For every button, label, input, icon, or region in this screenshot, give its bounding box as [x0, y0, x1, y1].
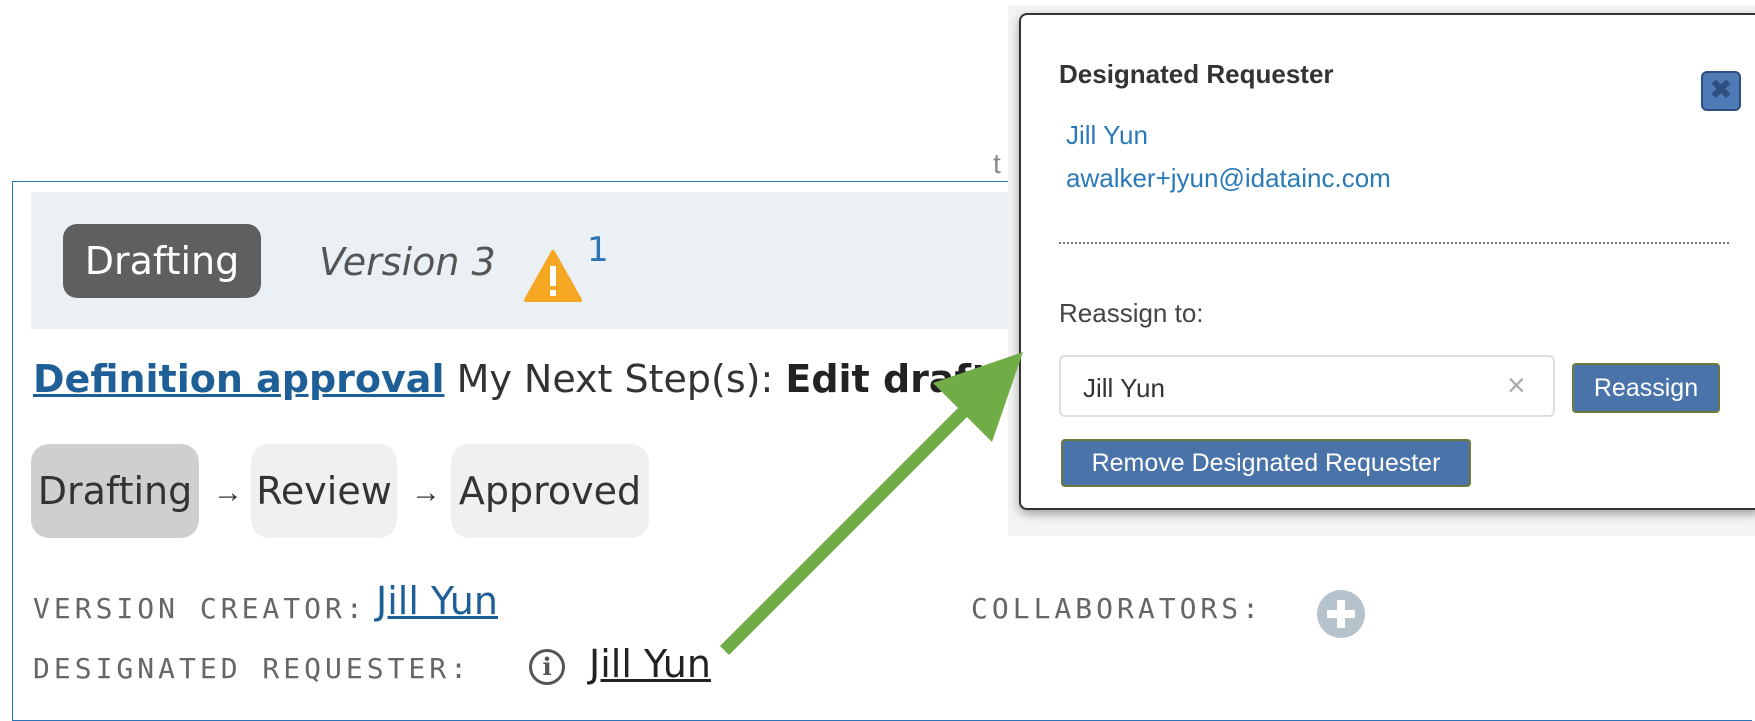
- workflow-arrow: →: [213, 476, 243, 509]
- workflow-stage-approved: Approved: [451, 444, 649, 538]
- definition-approval-link[interactable]: Definition approval: [33, 357, 444, 401]
- popup-title: Designated Requester: [1059, 59, 1334, 89]
- version-creator-link[interactable]: Jill Yun: [376, 579, 498, 623]
- reassign-label: Reassign to:: [1059, 298, 1204, 328]
- version-label: Version 3: [319, 240, 496, 284]
- obscured-text: t: [993, 148, 1001, 179]
- pointer-arrow: [720, 352, 1023, 655]
- workflow-stage-review: Review: [251, 444, 397, 538]
- version-creator-label: VERSION CREATOR:: [33, 592, 367, 625]
- designated-requester-link[interactable]: Jill Yun: [589, 642, 711, 686]
- remove-designated-requester-button[interactable]: Remove Designated Requester: [1061, 439, 1471, 487]
- close-icon[interactable]: ✖: [1701, 71, 1741, 111]
- requester-email: awalker+jyun@idatainc.com: [1066, 163, 1391, 193]
- popup-divider: [1059, 242, 1729, 244]
- info-icon[interactable]: i: [529, 649, 565, 685]
- status-badge: Drafting: [63, 224, 261, 298]
- clear-icon[interactable]: ×: [1507, 367, 1526, 404]
- designated-requester-label: DESIGNATED REQUESTER:: [33, 652, 472, 685]
- designated-requester-popup: Designated Requester ✖ Jill Yun awalker+…: [1019, 13, 1755, 510]
- workflow-arrow: →: [411, 476, 441, 509]
- add-collaborator-icon[interactable]: [1317, 590, 1365, 638]
- warning-count: 1: [587, 230, 609, 270]
- warning-icon[interactable]: [524, 250, 582, 302]
- workflow-stage-drafting: Drafting: [31, 444, 199, 538]
- reassign-input[interactable]: Jill Yun ×: [1059, 355, 1555, 417]
- reassign-button[interactable]: Reassign: [1572, 363, 1720, 413]
- reassign-input-value: Jill Yun: [1083, 373, 1165, 403]
- requester-name: Jill Yun: [1066, 120, 1148, 150]
